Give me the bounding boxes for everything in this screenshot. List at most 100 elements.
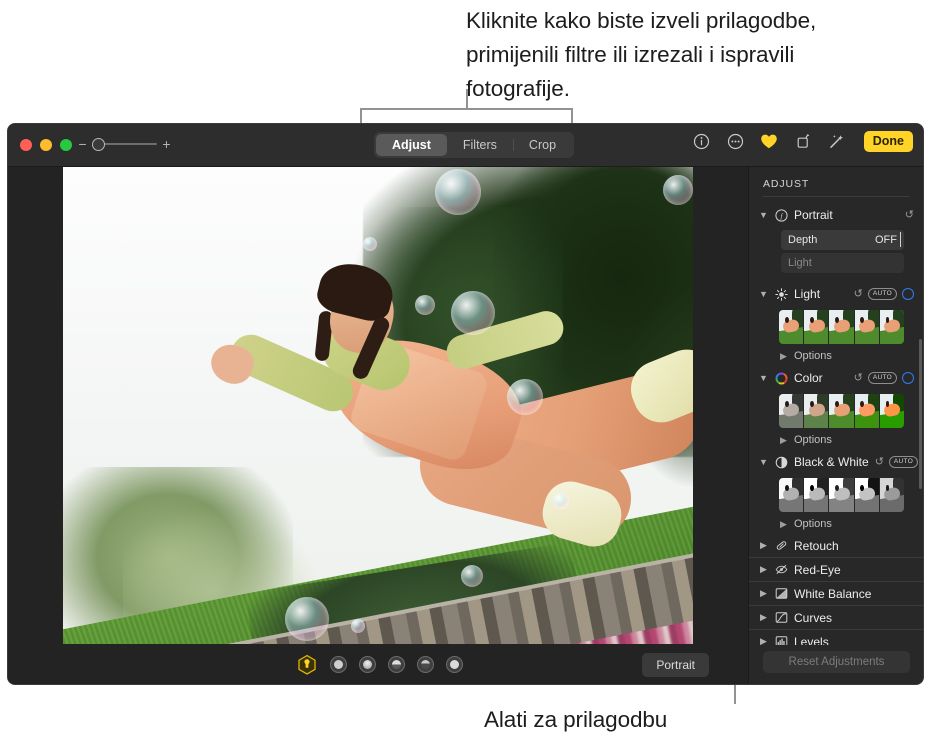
auto-button[interactable]: AUTO — [867, 288, 897, 300]
mode-segmented-control[interactable]: Adjust Filters Crop — [374, 132, 575, 158]
revert-icon[interactable]: ↺ — [875, 456, 884, 468]
group-color-header[interactable]: ▼ Color ↺ AUTO — [759, 366, 914, 390]
adjust-sidebar-scroll[interactable]: ADJUST ▼ f Portrait ↺ Depth OFF Light ▼ … — [749, 167, 923, 647]
portrait-light-field[interactable]: Light — [781, 253, 904, 273]
light-thumb-2[interactable] — [804, 310, 829, 344]
group-light-header[interactable]: ▼ Light ↺ AUTO — [759, 282, 914, 306]
rotate-icon[interactable] — [794, 132, 813, 151]
zoom-out-icon[interactable]: − — [78, 137, 87, 151]
group-black-and-white-header[interactable]: ▼ Black & White ↺ AUTO — [759, 450, 919, 474]
window-titlebar: − + Adjust Filters Crop Done — [8, 124, 923, 167]
revert-icon[interactable]: ↺ — [905, 209, 914, 221]
sidebar-item-curves[interactable]: ▶ Curves — [749, 606, 923, 630]
chevron-right-icon[interactable]: ▶ — [759, 613, 768, 622]
close-button[interactable] — [20, 139, 32, 151]
white-balance-icon — [774, 587, 788, 601]
color-thumb-3[interactable] — [829, 394, 854, 428]
tab-adjust[interactable]: Adjust — [376, 134, 447, 156]
zoom-slider-knob[interactable] — [92, 137, 105, 151]
lighting-option-contour[interactable] — [359, 656, 376, 673]
black-and-white-options-row[interactable]: ▶ Options — [779, 514, 914, 534]
auto-button[interactable]: AUTO — [867, 372, 897, 384]
chevron-down-icon[interactable]: ▼ — [759, 289, 768, 299]
revert-icon[interactable]: ↺ — [854, 372, 863, 384]
favorite-heart-icon[interactable] — [760, 132, 779, 151]
light-thumb-4[interactable] — [854, 310, 879, 344]
portrait-mode-badge[interactable]: Portrait — [642, 653, 709, 677]
portrait-lighting-selector[interactable] — [296, 644, 463, 684]
lighting-option-stage[interactable] — [388, 656, 405, 673]
bw-thumb-3[interactable] — [829, 478, 854, 512]
light-thumb-3[interactable] — [829, 310, 854, 344]
reset-adjustments-button[interactable]: Reset Adjustments — [763, 651, 910, 673]
photo-viewer[interactable] — [8, 167, 748, 644]
color-thumb-2[interactable] — [804, 394, 829, 428]
color-preview-strip[interactable] — [779, 394, 904, 428]
auto-enhance-icon[interactable] — [828, 132, 847, 151]
color-options-label: Options — [794, 434, 832, 446]
revert-icon[interactable]: ↺ — [854, 288, 863, 300]
sidebar-item-white-balance-label: White Balance — [794, 586, 872, 601]
light-thumb-5[interactable] — [879, 310, 904, 344]
black-and-white-preview-strip[interactable] — [779, 478, 904, 512]
done-button[interactable]: Done — [863, 131, 913, 152]
color-thumb-5[interactable] — [879, 394, 904, 428]
portrait-depth-label: Depth — [788, 234, 818, 246]
tab-crop[interactable]: Crop — [512, 134, 572, 156]
lighting-option-stage-mono[interactable] — [417, 656, 434, 673]
group-black-and-white-label: Black & White — [794, 455, 869, 469]
photo-bubble-7 — [553, 493, 569, 509]
group-toggle-icon[interactable] — [902, 372, 914, 384]
chevron-down-icon[interactable]: ▼ — [759, 457, 768, 467]
bw-thumb-2[interactable] — [804, 478, 829, 512]
chevron-right-icon[interactable]: ▶ — [759, 589, 768, 598]
toolbar-right-group: Done — [692, 131, 913, 152]
lighting-option-high-key-mono[interactable] — [446, 656, 463, 673]
chevron-down-icon[interactable]: ▼ — [759, 210, 768, 220]
chevron-right-icon[interactable]: ▶ — [779, 351, 788, 361]
color-thumb-1[interactable] — [779, 394, 804, 428]
tab-filters[interactable]: Filters — [447, 134, 513, 156]
zoom-slider-track[interactable] — [92, 137, 157, 151]
adjust-sidebar: ADJUST ▼ f Portrait ↺ Depth OFF Light ▼ … — [748, 167, 923, 684]
chevron-right-icon[interactable]: ▶ — [759, 541, 768, 550]
lighting-option-studio[interactable] — [330, 656, 347, 673]
zoom-slider-bar — [96, 143, 157, 145]
color-thumb-4[interactable] — [854, 394, 879, 428]
bw-thumb-4[interactable] — [854, 478, 879, 512]
info-icon[interactable] — [692, 132, 711, 151]
sidebar-item-retouch[interactable]: ▶ Retouch — [749, 534, 923, 558]
zoom-button[interactable] — [60, 139, 72, 151]
light-options-row[interactable]: ▶ Options — [779, 346, 914, 366]
light-options-label: Options — [794, 350, 832, 362]
sidebar-item-white-balance[interactable]: ▶ White Balance — [749, 582, 923, 606]
portrait-depth-field[interactable]: Depth OFF — [781, 230, 904, 250]
zoom-slider-control[interactable]: − + — [78, 137, 171, 151]
auto-button[interactable]: AUTO — [888, 456, 919, 468]
bw-thumb-1[interactable] — [779, 478, 804, 512]
photo-bubble-6 — [461, 565, 483, 587]
bw-thumb-5[interactable] — [879, 478, 904, 512]
chevron-right-icon[interactable]: ▶ — [759, 565, 768, 574]
group-light: ▼ Light ↺ AUTO ▶ Options — [749, 282, 923, 366]
sidebar-item-red-eye[interactable]: ▶ Red-Eye — [749, 558, 923, 582]
group-toggle-icon[interactable] — [902, 288, 914, 300]
group-light-label: Light — [794, 287, 821, 301]
black-and-white-options-label: Options — [794, 518, 832, 530]
portrait-icon: f — [774, 208, 788, 222]
color-options-row[interactable]: ▶ Options — [779, 430, 914, 450]
group-portrait-header[interactable]: ▼ f Portrait ↺ — [759, 203, 914, 227]
natural-light-cube-icon[interactable] — [296, 654, 318, 676]
chevron-right-icon[interactable]: ▶ — [779, 435, 788, 445]
light-preview-strip[interactable] — [779, 310, 904, 344]
sidebar-item-curves-label: Curves — [794, 610, 833, 625]
chevron-right-icon[interactable]: ▶ — [779, 519, 788, 529]
sidebar-scrollbar[interactable] — [919, 339, 922, 489]
portrait-depth-value: OFF — [875, 232, 901, 247]
zoom-in-icon[interactable]: + — [162, 137, 171, 151]
more-options-icon[interactable] — [726, 132, 745, 151]
chevron-down-icon[interactable]: ▼ — [759, 373, 768, 383]
photo-image[interactable] — [63, 167, 693, 644]
minimize-button[interactable] — [40, 139, 52, 151]
light-thumb-1[interactable] — [779, 310, 804, 344]
